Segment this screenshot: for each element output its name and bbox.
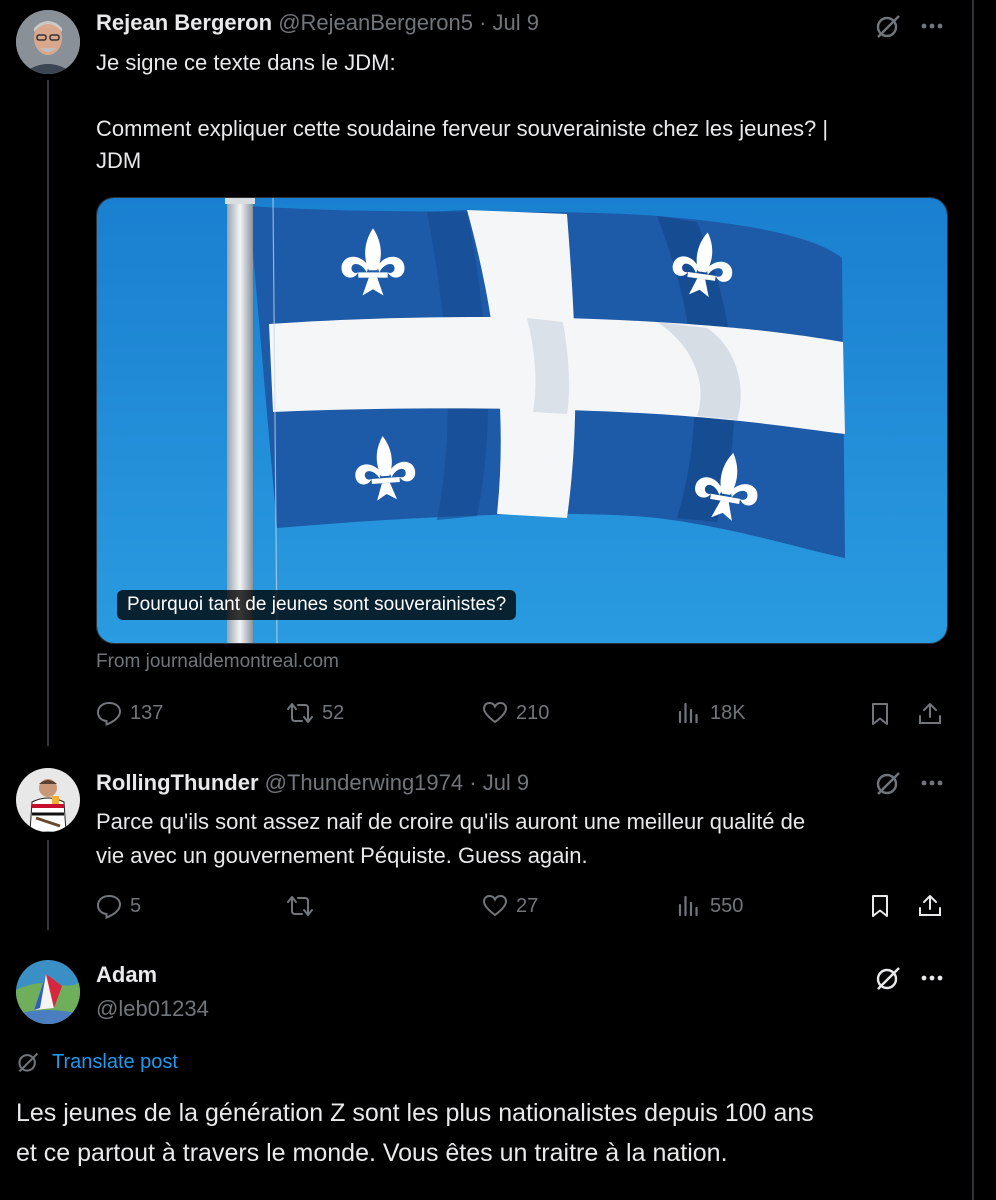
views-count: 18K xyxy=(710,701,746,724)
views-button[interactable]: 550 xyxy=(676,893,743,919)
author-handle[interactable]: @leb01234 xyxy=(96,996,209,1022)
card-source[interactable]: From journaldemontreal.com xyxy=(96,651,339,673)
avatar-rejean[interactable] xyxy=(16,10,80,74)
more-icon[interactable] xyxy=(916,962,948,994)
views-icon xyxy=(678,702,698,724)
author-handle[interactable]: @RejeanBergeron5 xyxy=(278,10,473,35)
post-text-line: JDM xyxy=(96,148,142,173)
views-icon xyxy=(678,895,698,917)
timeline-border xyxy=(972,0,974,1200)
post-text-line: Comment expliquer cette soudaine ferveur… xyxy=(96,116,829,141)
views-count: 550 xyxy=(710,894,744,917)
repost-icon xyxy=(287,896,313,916)
more-icon[interactable] xyxy=(916,767,948,799)
repost-button[interactable] xyxy=(286,893,322,919)
card-caption: Pourquoi tant de jeunes sont souverainis… xyxy=(117,590,517,620)
translate-icon xyxy=(18,1052,39,1073)
post-date[interactable]: · Jul 9 xyxy=(479,10,539,35)
like-icon xyxy=(482,894,508,917)
bookmark-icon[interactable] xyxy=(866,892,894,920)
like-icon xyxy=(482,701,508,724)
post-text-line: Je signe ce texte dans le JDM: xyxy=(96,50,396,75)
like-button[interactable]: 210 xyxy=(482,700,549,726)
author-name[interactable]: Adam xyxy=(96,962,157,987)
post-text-line: Parce qu'ils sont assez naif de croire q… xyxy=(96,809,806,834)
repost-icon xyxy=(287,703,313,723)
reply-count: 5 xyxy=(130,894,142,917)
views-button[interactable]: 18K xyxy=(676,700,746,726)
post-text-line: Les jeunes de la génération Z sont les p… xyxy=(16,1099,814,1127)
grok-icon[interactable] xyxy=(872,10,904,42)
thread-line xyxy=(47,80,49,746)
like-count: 210 xyxy=(516,701,550,724)
author-name[interactable]: RollingThunder xyxy=(96,770,259,795)
repost-button[interactable]: 52 xyxy=(286,700,344,726)
post-text-line: vie avec un gouvernement Péquiste. Guess… xyxy=(96,843,588,868)
post-date[interactable]: · Jul 9 xyxy=(469,770,529,795)
repost-count: 52 xyxy=(322,701,345,724)
like-button[interactable]: 27 xyxy=(482,893,538,919)
reply-count: 137 xyxy=(130,701,164,724)
share-icon[interactable] xyxy=(916,892,944,920)
like-count: 27 xyxy=(516,894,539,917)
thread-line xyxy=(47,840,49,930)
avatar-rollingthunder[interactable] xyxy=(16,768,80,832)
reply-icon xyxy=(96,894,122,919)
reply-button[interactable]: 137 xyxy=(96,700,163,726)
more-icon[interactable] xyxy=(916,10,948,42)
reply-icon xyxy=(96,701,122,726)
quebec-flag-image xyxy=(97,198,947,643)
author-name[interactable]: Rejean Bergeron xyxy=(96,10,272,35)
reply-button[interactable]: 5 xyxy=(96,893,141,919)
bookmark-icon[interactable] xyxy=(866,700,894,728)
translate-label: Translate post xyxy=(52,1050,178,1073)
author-handle[interactable]: @Thunderwing1974 xyxy=(265,770,463,795)
translate-post-link[interactable]: Translate post xyxy=(16,1050,178,1074)
avatar-adam[interactable] xyxy=(16,960,80,1024)
share-icon[interactable] xyxy=(916,700,944,728)
link-card[interactable]: Pourquoi tant de jeunes sont souverainis… xyxy=(96,197,948,644)
grok-icon[interactable] xyxy=(872,962,904,994)
post-text-line: et ce partout à travers le monde. Vous ê… xyxy=(16,1139,728,1167)
grok-icon[interactable] xyxy=(872,767,904,799)
